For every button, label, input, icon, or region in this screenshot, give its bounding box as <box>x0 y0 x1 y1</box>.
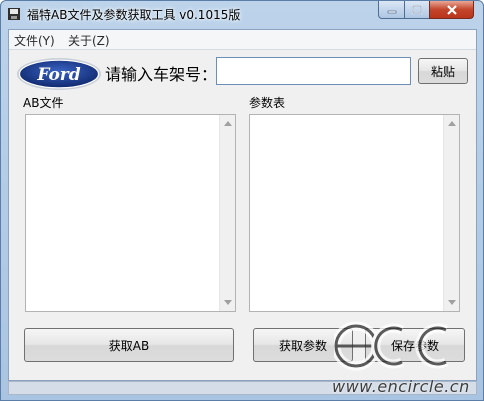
scroll-down-arrow-icon[interactable] <box>448 300 456 305</box>
scroll-down-arrow-icon[interactable] <box>224 300 232 305</box>
close-icon <box>446 4 457 15</box>
menu-file[interactable]: 文件(Y) <box>14 32 55 49</box>
ab-files-scrollbar[interactable] <box>219 115 235 311</box>
scroll-up-arrow-icon[interactable] <box>448 121 456 126</box>
paste-button[interactable]: 粘贴 <box>418 58 468 84</box>
watermark-logo: ecc <box>334 310 449 371</box>
menu-about[interactable]: 关于(Z) <box>68 32 110 49</box>
watermark-logo-text: ecc <box>334 310 336 311</box>
params-scrollbar[interactable] <box>443 115 459 311</box>
maximize-icon <box>412 5 422 14</box>
watermark-url: www.encircle.cn <box>332 377 470 396</box>
close-button[interactable] <box>429 1 474 19</box>
app-icon <box>8 8 20 20</box>
get-ab-button[interactable]: 获取AB <box>24 328 234 362</box>
title-bar[interactable]: 福特AB文件及参数获取工具 v0.1015版 <box>1 1 483 29</box>
ford-logo-text: Ford <box>36 65 80 85</box>
params-label: 参数表 <box>249 96 286 110</box>
minimize-button[interactable] <box>378 1 405 19</box>
ab-files-list[interactable] <box>25 114 236 312</box>
minimize-icon <box>387 10 396 13</box>
params-list[interactable] <box>249 114 460 312</box>
maximize-button[interactable] <box>404 1 430 19</box>
vin-input[interactable] <box>216 57 411 85</box>
window-title: 福特AB文件及参数获取工具 v0.1015版 <box>27 8 241 22</box>
menu-bar: 文件(Y) 关于(Z) <box>9 30 476 50</box>
ab-files-label: AB文件 <box>23 96 64 110</box>
ford-logo: Ford <box>17 58 101 90</box>
scroll-up-arrow-icon[interactable] <box>224 121 232 126</box>
vin-label: 请输入车架号： <box>105 65 218 84</box>
